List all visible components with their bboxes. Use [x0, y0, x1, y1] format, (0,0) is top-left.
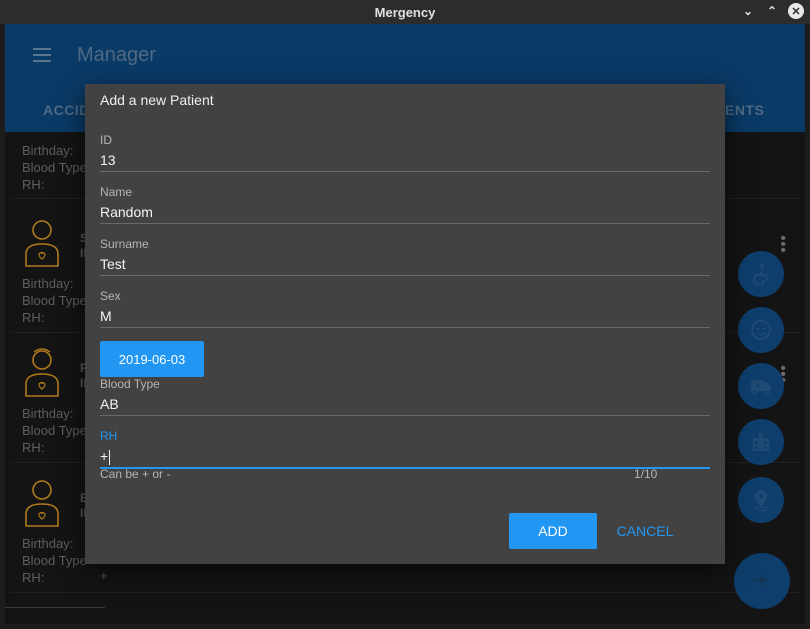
birthday-label: Birthday: — [22, 276, 74, 291]
sex-label: Sex — [100, 289, 121, 303]
birthday-label: Birthday: — [22, 143, 74, 158]
app-title: Manager — [77, 44, 156, 66]
rh-underline — [100, 467, 710, 469]
rh-label: RH: — [22, 310, 45, 325]
hospital-fab[interactable] — [738, 419, 784, 465]
blood-type-input[interactable]: AB — [100, 394, 710, 414]
hamburger-icon[interactable] — [33, 48, 51, 62]
surname-input[interactable]: Test — [100, 254, 710, 274]
rh-char-counter: 1/10 — [634, 467, 658, 481]
birthday-label: Birthday: — [22, 536, 74, 551]
text-caret — [109, 449, 111, 465]
app-window: Mergency ⌄ ⌃ ✕ Manager ACCID ENTS Birthd… — [0, 0, 810, 629]
dialog-title: Add a new Patient — [100, 92, 214, 108]
id-field[interactable]: ID 13 — [100, 133, 710, 172]
ambulance-fab[interactable] — [738, 363, 784, 409]
hospital-icon — [753, 433, 769, 451]
name-input[interactable]: Random — [100, 202, 710, 222]
minimize-icon[interactable]: ⌄ — [740, 3, 756, 19]
ambulance-icon — [751, 380, 771, 395]
rh-value: + — [100, 568, 108, 583]
id-input[interactable]: 13 — [100, 150, 710, 170]
name-field[interactable]: Name Random — [100, 185, 710, 224]
rh-label: RH: — [22, 570, 45, 585]
name-label: Name — [100, 185, 133, 199]
nurse-avatar-icon — [25, 480, 59, 527]
sex-input[interactable]: M — [100, 306, 710, 326]
blood-type-label: Blood Type — [22, 160, 87, 175]
close-icon[interactable]: ✕ — [788, 3, 804, 19]
rh-input[interactable]: + — [100, 446, 710, 466]
maximize-icon[interactable]: ⌃ — [764, 3, 780, 19]
nurse-avatar-icon — [25, 348, 59, 397]
blood-type-label: Blood Type — [22, 423, 87, 438]
window-controls: ⌄ ⌃ ✕ — [740, 3, 804, 19]
accessible-fab[interactable] — [738, 251, 784, 297]
rh-field[interactable]: RH + — [100, 429, 710, 469]
blood-type-field[interactable]: Blood Type AB — [100, 377, 710, 416]
id-label: ID — [100, 133, 112, 147]
divider — [5, 607, 105, 608]
cancel-button[interactable]: CANCEL — [609, 513, 681, 549]
blood-type-label: Blood Type — [100, 377, 160, 391]
accessible-icon — [753, 264, 769, 286]
rh-label: RH: — [22, 440, 45, 455]
location-pin-icon — [754, 490, 768, 512]
blood-type-label: Blood Type — [22, 553, 87, 568]
blood-type-underline — [100, 415, 710, 416]
id-underline — [100, 171, 710, 172]
add-fab[interactable]: + — [734, 553, 790, 609]
surname-field[interactable]: Surname Test — [100, 237, 710, 276]
rh-input-text: + — [100, 448, 109, 464]
add-icon: + — [753, 565, 771, 596]
more-vert-icon[interactable]: ••• — [780, 231, 786, 259]
face-fab[interactable] — [738, 307, 784, 353]
birthday-label: Birthday: — [22, 406, 74, 421]
sex-field[interactable]: Sex M — [100, 289, 710, 328]
rh-helper-text: Can be + or - — [100, 467, 171, 481]
surname-underline — [100, 275, 710, 276]
surname-label: Surname — [100, 237, 149, 251]
nurse-avatar-icon — [25, 220, 59, 267]
rh-label: RH — [100, 429, 118, 443]
rh-label: RH: — [22, 177, 45, 192]
name-underline — [100, 223, 710, 224]
window-title: Mergency — [374, 4, 436, 20]
blood-type-label: Blood Type — [22, 293, 87, 308]
birthday-date-button[interactable]: 2019-06-03 — [100, 341, 204, 377]
location-fab[interactable] — [738, 477, 784, 523]
sex-underline — [100, 327, 710, 328]
add-patient-dialog: Add a new Patient ID 13 Name Random Surn… — [85, 84, 725, 564]
add-button[interactable]: ADD — [509, 513, 597, 549]
title-bar: Mergency ⌄ ⌃ ✕ — [0, 0, 810, 24]
face-icon — [751, 320, 771, 340]
